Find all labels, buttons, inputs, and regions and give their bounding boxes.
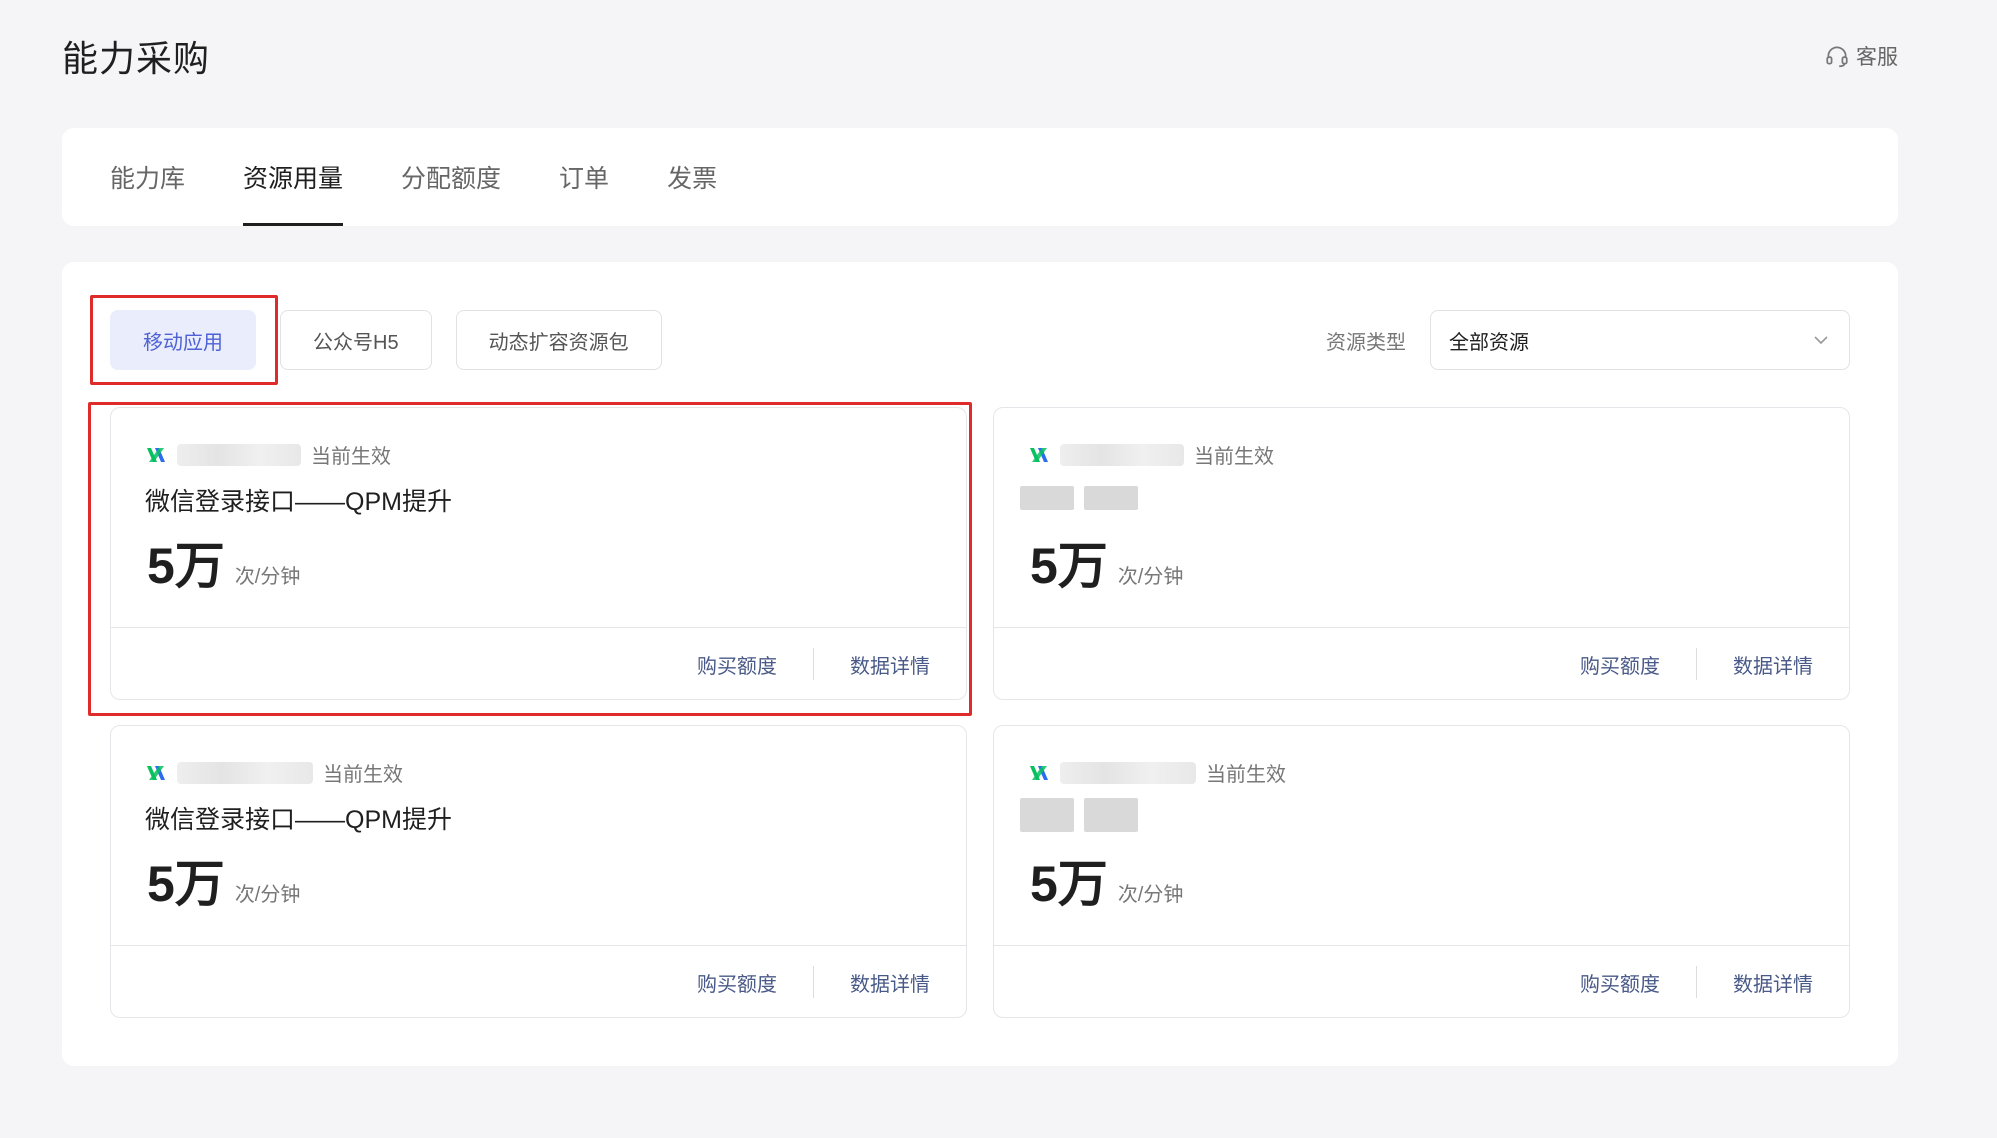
card-value: 5万 次/分钟 [147,526,300,598]
quota-value: 5万 [147,538,225,594]
quota-unit: 次/分钟 [234,884,301,906]
card-header: 当前生效 [1028,440,1274,469]
divider [1696,966,1697,998]
quota-unit: 次/分钟 [1117,884,1184,906]
resource-card: 当前生效 5万 次/分钟 购买额度 数据详情 [993,725,1850,1018]
quota-value: 5万 [147,856,225,912]
resource-card-body: 当前生效 5万 次/分钟 [994,726,1849,946]
tab-quota-allocation[interactable]: 分配额度 [401,128,501,226]
app-logo-icon [147,447,165,462]
filter-dynamic-expansion-pack[interactable]: 动态扩容资源包 [455,310,662,370]
divider [813,648,814,680]
card-title-redacted [1020,798,1138,832]
chevron-down-icon [1814,336,1828,345]
app-logo-icon [1030,765,1048,780]
buy-quota-link[interactable]: 购买额度 [697,968,777,997]
customer-service-label: 客服 [1856,46,1898,69]
status-badge: 当前生效 [311,446,391,468]
app-name-redacted [1060,761,1196,784]
card-title: 微信登录接口——QPM提升 [145,488,452,516]
quota-unit: 次/分钟 [234,566,301,588]
resource-card-body: 当前生效 微信登录接口——QPM提升 5万 次/分钟 [111,408,966,628]
data-details-link[interactable]: 数据详情 [1733,650,1813,679]
resource-type-label: 资源类型 [1326,331,1406,354]
data-details-link[interactable]: 数据详情 [850,650,930,679]
resource-card: 当前生效 微信登录接口——QPM提升 5万 次/分钟 购买额度 数据详情 [110,407,967,700]
card-value: 5万 次/分钟 [147,844,300,916]
buy-quota-link[interactable]: 购买额度 [1580,650,1660,679]
resource-panel: 移动应用 公众号H5 动态扩容资源包 资源类型 全部资源 当前生效 微信登录接口… [62,262,1898,1066]
resource-card: 当前生效 5万 次/分钟 购买额度 数据详情 [993,407,1850,700]
headset-icon [1826,46,1848,68]
status-badge: 当前生效 [323,764,403,786]
filter-mobile-app[interactable]: 移动应用 [110,310,256,370]
tab-ability-library[interactable]: 能力库 [110,128,185,226]
buy-quota-link[interactable]: 购买额度 [1580,968,1660,997]
buy-quota-link[interactable]: 购买额度 [697,650,777,679]
resource-type-filter: 资源类型 全部资源 [1326,310,1850,370]
resource-type-value: 全部资源 [1449,331,1529,354]
card-value: 5万 次/分钟 [1030,844,1183,916]
card-actions: 购买额度 数据详情 [994,946,1849,1018]
app-logo-icon [147,765,165,780]
app-name-redacted [1060,443,1184,466]
app-name-redacted [177,761,313,784]
card-header: 当前生效 [145,758,403,787]
resource-card-body: 当前生效 5万 次/分钟 [994,408,1849,628]
status-badge: 当前生效 [1206,764,1286,786]
card-value: 5万 次/分钟 [1030,526,1183,598]
tab-resource-usage[interactable]: 资源用量 [243,128,344,226]
tab-bar: 能力库 资源用量 分配额度 订单 发票 [62,128,1898,226]
app-type-filters: 移动应用 公众号H5 动态扩容资源包 [110,310,662,370]
quota-value: 5万 [1030,538,1108,594]
card-header: 当前生效 [1028,758,1286,787]
divider [813,966,814,998]
card-header: 当前生效 [145,440,391,469]
resource-type-select[interactable]: 全部资源 [1430,310,1850,370]
customer-service-button[interactable]: 客服 [1824,41,1898,71]
data-details-link[interactable]: 数据详情 [850,968,930,997]
card-title-redacted [1020,486,1138,510]
data-details-link[interactable]: 数据详情 [1733,968,1813,997]
card-actions: 购买额度 数据详情 [994,628,1849,700]
page-title: 能力采购 [62,38,211,79]
page-header: 能力采购 客服 [62,30,1898,82]
filter-official-account-h5[interactable]: 公众号H5 [280,310,432,370]
card-actions: 购买额度 数据详情 [111,946,966,1018]
tab-orders[interactable]: 订单 [559,128,609,226]
app-logo-icon [1030,447,1048,462]
quota-unit: 次/分钟 [1117,566,1184,588]
app-name-redacted [177,443,301,466]
resource-card: 当前生效 微信登录接口——QPM提升 5万 次/分钟 购买额度 数据详情 [110,725,967,1018]
tab-invoices[interactable]: 发票 [667,128,717,226]
quota-value: 5万 [1030,856,1108,912]
card-title: 微信登录接口——QPM提升 [145,806,452,834]
status-badge: 当前生效 [1194,446,1274,468]
divider [1696,648,1697,680]
resource-card-body: 当前生效 微信登录接口——QPM提升 5万 次/分钟 [111,726,966,946]
card-actions: 购买额度 数据详情 [111,628,966,700]
